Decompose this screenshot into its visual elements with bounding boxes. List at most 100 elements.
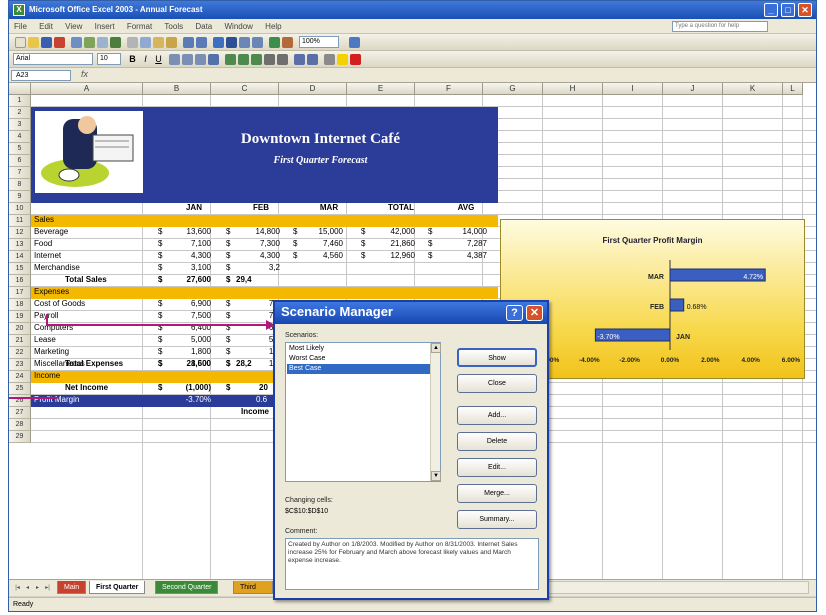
merge-button[interactable]: Merge... bbox=[457, 484, 537, 503]
redo-icon[interactable] bbox=[196, 37, 207, 48]
name-box[interactable]: A23 bbox=[11, 70, 71, 81]
decrease-decimal-icon[interactable] bbox=[277, 54, 288, 65]
first-sheet-icon[interactable]: |◂ bbox=[13, 584, 22, 593]
row-header[interactable]: 14 bbox=[9, 251, 31, 263]
close-window-button[interactable]: ✕ bbox=[798, 3, 812, 17]
close-button[interactable]: Close bbox=[457, 374, 537, 393]
menu-tools[interactable]: Tools bbox=[159, 19, 188, 34]
zoom-select[interactable]: 100% bbox=[299, 36, 339, 48]
font-color-icon[interactable] bbox=[350, 54, 361, 65]
row-header[interactable]: 1 bbox=[9, 95, 31, 107]
function-icon[interactable]: fx bbox=[81, 69, 88, 79]
dialog-close-button[interactable]: ✕ bbox=[526, 305, 543, 321]
merge-center-icon[interactable] bbox=[208, 54, 219, 65]
next-sheet-icon[interactable]: ▸ bbox=[33, 584, 42, 593]
align-center-icon[interactable] bbox=[182, 54, 193, 65]
row-header[interactable]: 28 bbox=[9, 419, 31, 431]
column-header-l[interactable]: L bbox=[783, 83, 803, 95]
row-header[interactable]: 15 bbox=[9, 263, 31, 275]
tab-first-quarter[interactable]: First Quarter bbox=[89, 581, 146, 594]
row-header[interactable]: 17 bbox=[9, 287, 31, 299]
menu-data[interactable]: Data bbox=[190, 19, 217, 34]
scenario-item[interactable]: Most Likely bbox=[287, 344, 432, 354]
scroll-down-icon[interactable]: ▼ bbox=[431, 471, 441, 481]
drawing-icon[interactable] bbox=[282, 37, 293, 48]
column-header-f[interactable]: F bbox=[415, 83, 483, 95]
menu-help[interactable]: Help bbox=[260, 19, 286, 34]
row-header[interactable]: 12 bbox=[9, 227, 31, 239]
row-header[interactable]: 19 bbox=[9, 311, 31, 323]
new-icon[interactable] bbox=[15, 37, 26, 48]
scroll-up-icon[interactable]: ▲ bbox=[431, 343, 441, 353]
dialog-help-button[interactable]: ? bbox=[506, 305, 523, 321]
tab-third[interactable]: Third bbox=[233, 581, 273, 594]
increase-indent-icon[interactable] bbox=[307, 54, 318, 65]
excel-app-icon[interactable]: X bbox=[13, 4, 25, 16]
prev-sheet-icon[interactable]: ◂ bbox=[23, 584, 32, 593]
column-header-g[interactable]: G bbox=[483, 83, 543, 95]
chart-bar-feb[interactable] bbox=[669, 298, 685, 312]
help-icon[interactable] bbox=[349, 37, 360, 48]
chart-wizard-icon[interactable] bbox=[269, 37, 280, 48]
italic-icon[interactable]: I bbox=[140, 54, 151, 65]
column-header-i[interactable]: I bbox=[603, 83, 663, 95]
decrease-indent-icon[interactable] bbox=[294, 54, 305, 65]
save-icon[interactable] bbox=[41, 37, 52, 48]
row-header[interactable]: 11 bbox=[9, 215, 31, 227]
scenarios-scrollbar[interactable]: ▲ ▼ bbox=[430, 343, 441, 481]
font-size-select[interactable]: 10 bbox=[97, 53, 121, 65]
column-header-k[interactable]: K bbox=[723, 83, 783, 95]
column-header-b[interactable]: B bbox=[143, 83, 211, 95]
scenario-item[interactable]: Best Case bbox=[287, 364, 432, 374]
menu-view[interactable]: View bbox=[60, 19, 87, 34]
help-question-box[interactable]: Type a question for help bbox=[672, 21, 768, 32]
column-header-c[interactable]: C bbox=[211, 83, 279, 95]
row-header[interactable]: 6 bbox=[9, 155, 31, 167]
column-header-a[interactable]: A bbox=[31, 83, 143, 95]
permission-icon[interactable] bbox=[54, 37, 65, 48]
row-header[interactable]: 9 bbox=[9, 191, 31, 203]
currency-icon[interactable] bbox=[225, 54, 236, 65]
row-header[interactable]: 10 bbox=[9, 203, 31, 215]
select-all-corner[interactable] bbox=[9, 83, 31, 95]
tab-second-quarter[interactable]: Second Quarter bbox=[155, 581, 219, 594]
bold-icon[interactable]: B bbox=[127, 54, 138, 65]
spelling-icon[interactable] bbox=[110, 37, 121, 48]
align-right-icon[interactable] bbox=[195, 54, 206, 65]
row-header[interactable]: 20 bbox=[9, 323, 31, 335]
row-header[interactable]: 27 bbox=[9, 407, 31, 419]
menu-file[interactable]: File bbox=[9, 19, 32, 34]
copy-icon[interactable] bbox=[140, 37, 151, 48]
undo-icon[interactable] bbox=[183, 37, 194, 48]
print-icon[interactable] bbox=[84, 37, 95, 48]
align-left-icon[interactable] bbox=[169, 54, 180, 65]
percent-icon[interactable] bbox=[238, 54, 249, 65]
row-header[interactable]: 4 bbox=[9, 131, 31, 143]
menu-insert[interactable]: Insert bbox=[90, 19, 120, 34]
autosum-icon[interactable] bbox=[226, 37, 237, 48]
cut-icon[interactable] bbox=[127, 37, 138, 48]
row-header[interactable]: 24 bbox=[9, 371, 31, 383]
underline-icon[interactable]: U bbox=[153, 54, 164, 65]
menu-format[interactable]: Format bbox=[122, 19, 157, 34]
open-icon[interactable] bbox=[28, 37, 39, 48]
row-header[interactable]: 25 bbox=[9, 383, 31, 395]
row-header[interactable]: 5 bbox=[9, 143, 31, 155]
column-header-d[interactable]: D bbox=[279, 83, 347, 95]
minimize-button[interactable]: _ bbox=[764, 3, 778, 17]
row-header[interactable]: 23 bbox=[9, 359, 31, 371]
menu-window[interactable]: Window bbox=[219, 19, 257, 34]
paste-icon[interactable] bbox=[153, 37, 164, 48]
row-header[interactable]: 22 bbox=[9, 347, 31, 359]
maximize-button[interactable]: □ bbox=[781, 3, 795, 17]
add-button[interactable]: Add... bbox=[457, 406, 537, 425]
summary-button[interactable]: Summary... bbox=[457, 510, 537, 529]
show-button[interactable]: Show bbox=[457, 348, 537, 367]
row-header[interactable]: 2 bbox=[9, 107, 31, 119]
row-header[interactable]: 18 bbox=[9, 299, 31, 311]
row-header[interactable]: 13 bbox=[9, 239, 31, 251]
column-header-j[interactable]: J bbox=[663, 83, 723, 95]
format-painter-icon[interactable] bbox=[166, 37, 177, 48]
row-header[interactable]: 3 bbox=[9, 119, 31, 131]
borders-icon[interactable] bbox=[324, 54, 335, 65]
